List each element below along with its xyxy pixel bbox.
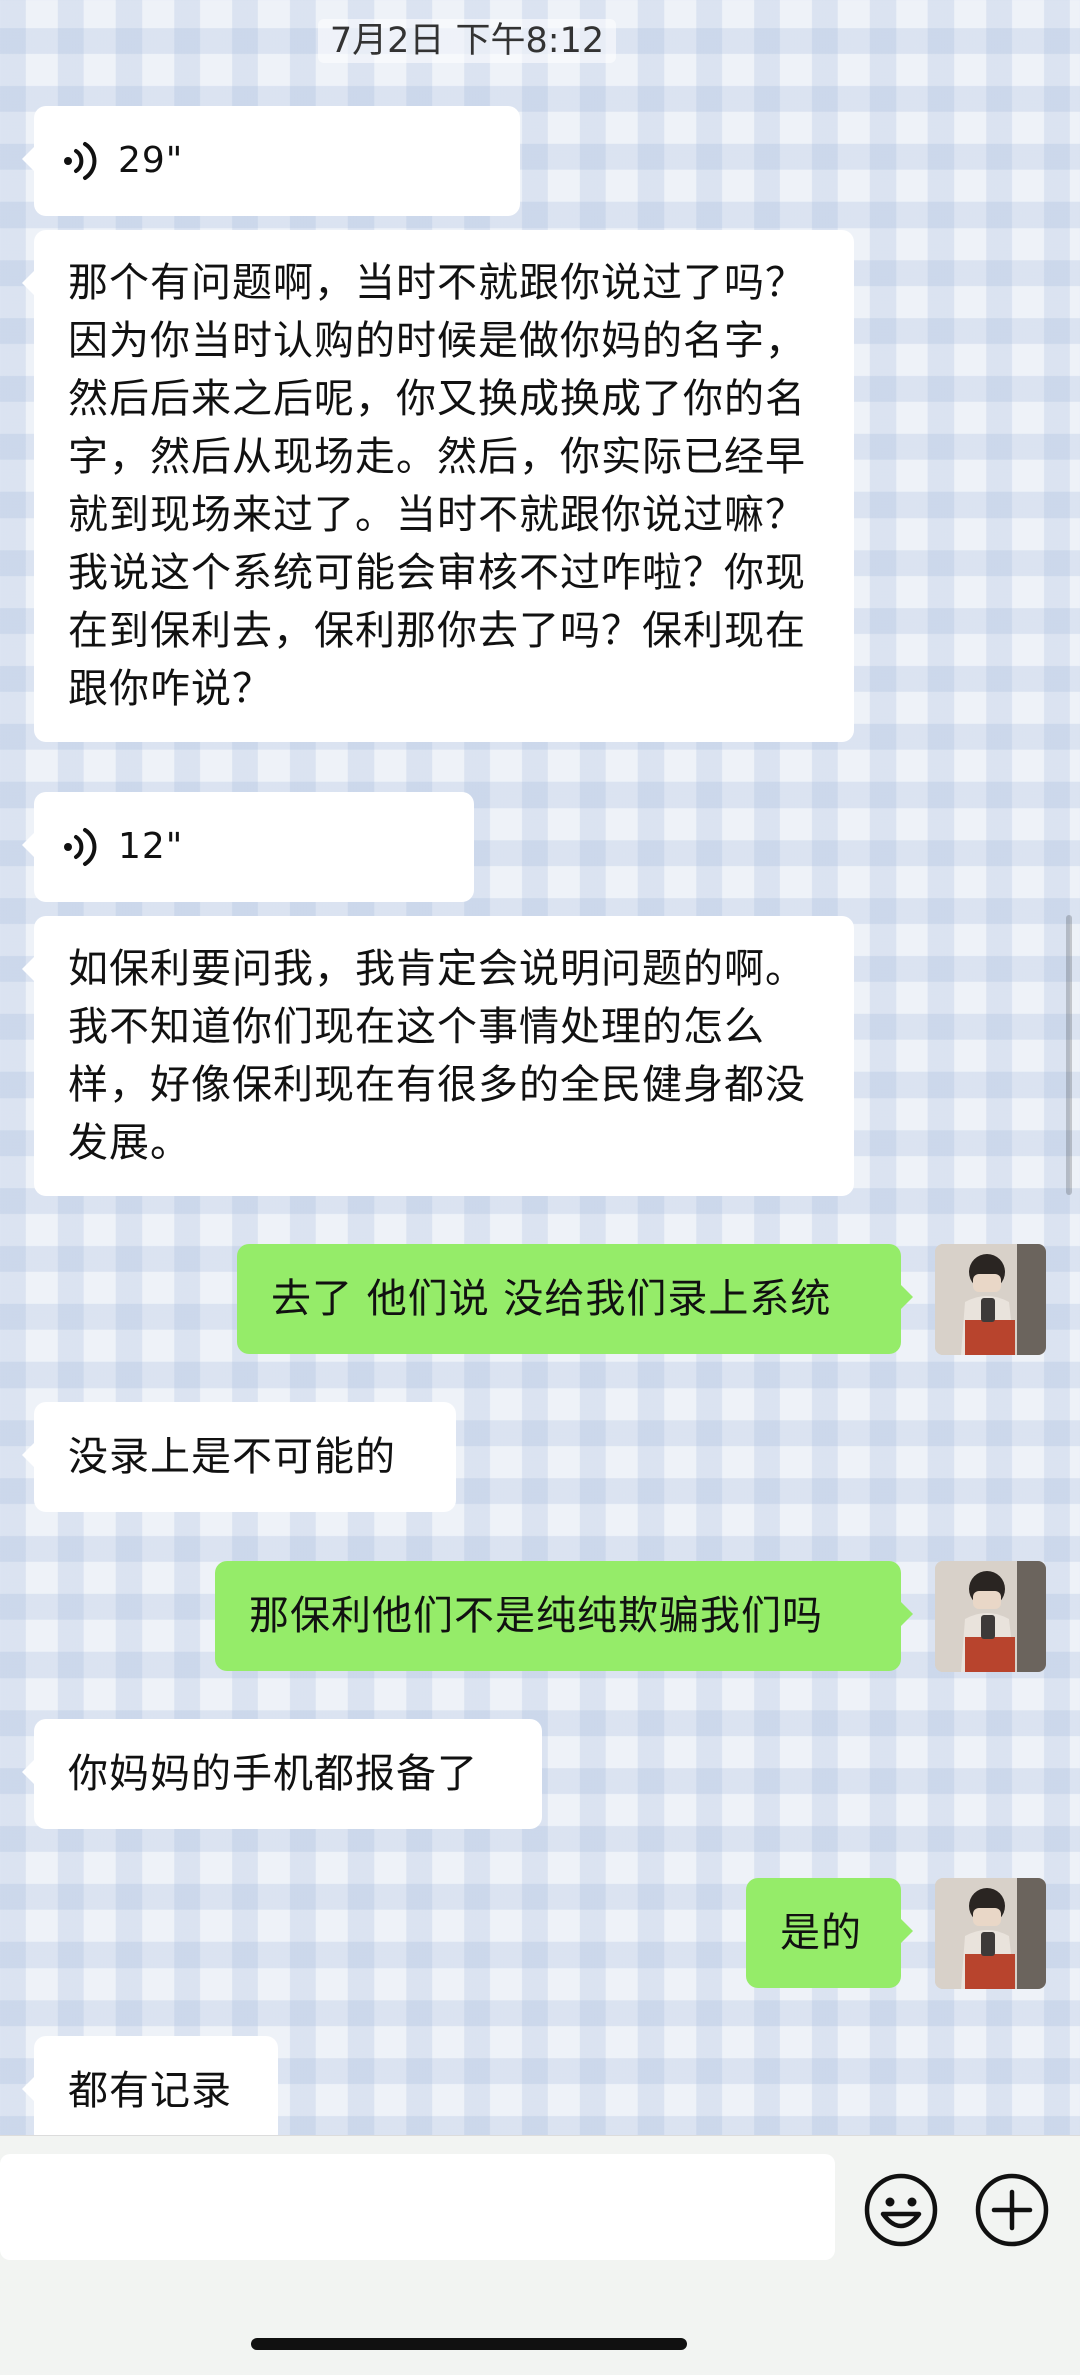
avatar-image	[935, 1561, 1046, 1672]
message-bubble[interactable]: 是的	[746, 1878, 913, 1988]
voice-wave-icon	[64, 828, 97, 866]
message-input[interactable]	[0, 2154, 835, 2260]
avatar-image	[935, 1244, 1046, 1355]
scrollbar[interactable]	[1066, 915, 1072, 1195]
avatar[interactable]	[935, 1561, 1046, 1672]
emoji-icon	[864, 2173, 938, 2247]
timestamp: 7月2日 下午8:12	[0, 12, 934, 63]
avatar[interactable]	[935, 1878, 1046, 1989]
message-bubble[interactable]: 你妈妈的手机都报备了	[22, 1719, 542, 1829]
message-text: 那个有问题啊，当时不就跟你说过了吗？因为你当时认购的时候是做你妈的名字，然后后来…	[68, 260, 806, 712]
message-text: 是的	[780, 1910, 862, 1956]
message-text: 没录上是不可能的	[68, 1434, 396, 1480]
message-text: 你妈妈的手机都报备了	[68, 1751, 478, 1797]
plus-circle-icon	[975, 2173, 1049, 2247]
avatar[interactable]	[935, 1244, 1046, 1355]
message-bubble[interactable]: 都有记录	[22, 2036, 278, 2146]
message-text: 都有记录	[68, 2068, 232, 2114]
voice-message[interactable]: 29"	[22, 106, 520, 216]
message-bubble[interactable]: 如保利要问我，我肯定会说明问题的啊。我不知道你们现在这个事情处理的怎么样，好像保…	[22, 916, 854, 1196]
voice-message[interactable]: 12"	[22, 792, 474, 902]
home-indicator[interactable]	[251, 2338, 687, 2350]
message-bubble[interactable]: 没录上是不可能的	[22, 1402, 456, 1512]
voice-duration: 29"	[118, 140, 184, 181]
message-text: 如保利要问我，我肯定会说明问题的啊。我不知道你们现在这个事情处理的怎么样，好像保…	[68, 946, 806, 1166]
timestamp-text: 7月2日 下午8:12	[317, 19, 617, 63]
voice-duration: 12"	[118, 826, 184, 867]
emoji-button[interactable]	[863, 2172, 939, 2248]
avatar-image	[935, 1878, 1046, 1989]
message-bubble[interactable]: 那个有问题啊，当时不就跟你说过了吗？因为你当时认购的时候是做你妈的名字，然后后来…	[22, 230, 854, 742]
message-bubble[interactable]: 那保利他们不是纯纯欺骗我们吗	[215, 1561, 913, 1671]
voice-wave-icon	[64, 142, 97, 180]
message-bubble[interactable]: 去了 他们说 没给我们录上系统	[237, 1244, 913, 1354]
message-text: 那保利他们不是纯纯欺骗我们吗	[249, 1593, 823, 1639]
add-button[interactable]	[974, 2172, 1050, 2248]
message-text: 去了 他们说 没给我们录上系统	[271, 1276, 832, 1322]
